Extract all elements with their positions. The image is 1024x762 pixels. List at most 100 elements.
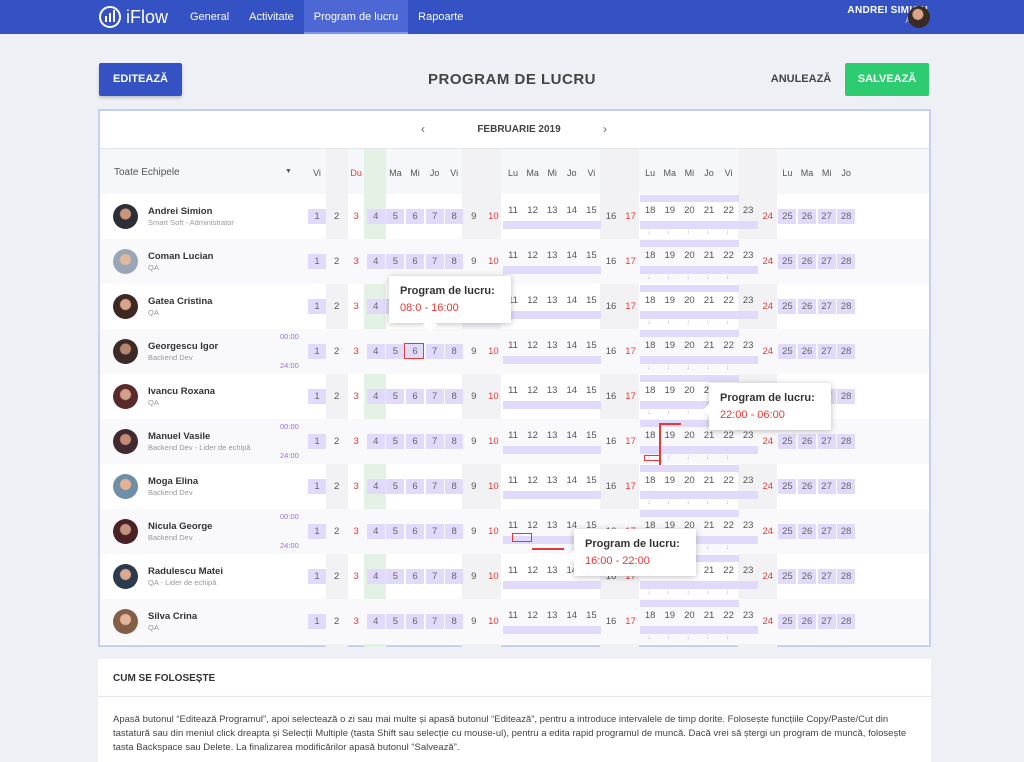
day-cell[interactable]: 14 <box>563 203 581 218</box>
shift-bar[interactable] <box>503 446 523 454</box>
shift-bar[interactable] <box>679 510 700 517</box>
day-cell[interactable]: 20 <box>680 473 698 488</box>
day-cell[interactable]: 20 <box>680 203 698 218</box>
day-cell[interactable]: 11 <box>504 203 522 218</box>
shift-bar[interactable] <box>718 266 739 274</box>
day-cell[interactable]: 24 <box>759 479 777 494</box>
shift-bar[interactable] <box>679 401 700 409</box>
day-cell[interactable]: 19 <box>661 428 679 443</box>
shift-bar[interactable] <box>659 510 680 517</box>
day-cell[interactable]: 21 <box>700 293 718 308</box>
day-cell[interactable]: 6 <box>406 524 424 539</box>
shift-bar[interactable] <box>561 446 582 454</box>
shift-bar[interactable] <box>738 491 759 499</box>
day-cell[interactable]: 4 <box>366 389 385 404</box>
day-cell[interactable]: 13 <box>543 203 561 218</box>
shift-bar[interactable] <box>640 401 661 409</box>
shift-bar[interactable] <box>659 195 680 202</box>
day-cell[interactable]: 2 <box>328 479 346 494</box>
shift-bar[interactable] <box>561 356 582 364</box>
day-cell[interactable]: 23 <box>739 338 757 353</box>
day-cell[interactable]: 8 <box>445 524 464 539</box>
shift-bar[interactable] <box>522 311 543 319</box>
day-cell[interactable]: 14 <box>563 248 581 263</box>
shift-bar[interactable] <box>561 221 582 229</box>
day-cell[interactable]: 25 <box>778 254 797 269</box>
day-cell[interactable]: 13 <box>543 338 561 353</box>
shift-bar[interactable] <box>581 491 602 499</box>
day-cell[interactable]: 18 <box>641 383 659 398</box>
day-cell[interactable]: 3 <box>347 434 365 449</box>
day-cell[interactable]: 6 <box>406 569 424 584</box>
employee-name[interactable]: Gatea Cristina <box>148 296 212 307</box>
shift-bar[interactable] <box>699 600 719 607</box>
day-cell[interactable]: 23 <box>739 518 757 533</box>
day-cell[interactable]: 3 <box>347 254 365 269</box>
selected-shift-highlight[interactable] <box>511 533 532 542</box>
day-cell[interactable]: 1 <box>308 479 326 494</box>
day-cell[interactable]: 22 <box>720 473 738 488</box>
shift-bar[interactable] <box>738 356 759 364</box>
day-cell[interactable]: 17 <box>622 299 640 314</box>
shift-bar[interactable] <box>718 510 739 517</box>
day-cell[interactable]: 10 <box>484 614 502 629</box>
day-cell[interactable]: 24 <box>759 254 777 269</box>
day-cell[interactable]: 1 <box>308 344 326 359</box>
day-cell[interactable]: 27 <box>817 614 836 629</box>
day-cell[interactable]: 12 <box>524 608 542 623</box>
day-cell[interactable]: 10 <box>484 479 502 494</box>
day-cell[interactable]: 21 <box>700 338 718 353</box>
shift-bar[interactable] <box>542 581 563 589</box>
day-cell[interactable]: 10 <box>484 569 502 584</box>
day-cell[interactable]: 8 <box>445 479 464 494</box>
day-cell[interactable]: 2 <box>328 434 346 449</box>
day-cell[interactable]: 21 <box>700 608 718 623</box>
shift-bar[interactable] <box>738 536 759 544</box>
day-cell[interactable]: 6 <box>406 614 424 629</box>
day-cell[interactable]: 9 <box>465 524 483 539</box>
team-filter[interactable]: Toate Echipele <box>114 167 180 178</box>
day-cell[interactable]: 6 <box>406 254 424 269</box>
shift-bar[interactable] <box>699 195 719 202</box>
day-cell[interactable]: 15 <box>582 608 600 623</box>
day-cell[interactable]: 28 <box>837 209 856 224</box>
day-cell[interactable]: 14 <box>563 608 581 623</box>
day-cell[interactable]: 12 <box>524 518 542 533</box>
shift-bar[interactable] <box>503 356 523 364</box>
day-cell[interactable]: 22 <box>720 248 738 263</box>
day-cell[interactable]: 25 <box>778 344 797 359</box>
day-cell[interactable]: 27 <box>817 569 836 584</box>
day-cell[interactable]: 28 <box>837 614 856 629</box>
day-cell[interactable]: 27 <box>817 479 836 494</box>
day-cell[interactable]: 9 <box>465 389 483 404</box>
shift-bar[interactable] <box>659 491 680 499</box>
day-cell[interactable]: 15 <box>582 293 600 308</box>
shift-bar[interactable] <box>699 446 719 454</box>
day-cell[interactable]: 4 <box>366 434 385 449</box>
day-cell[interactable]: 12 <box>524 563 542 578</box>
shift-bar[interactable] <box>542 401 563 409</box>
shift-bar[interactable] <box>640 240 661 247</box>
day-cell[interactable]: 9 <box>465 344 483 359</box>
chevron-left-icon[interactable]: ‹ <box>421 122 425 136</box>
day-cell[interactable]: 27 <box>817 299 836 314</box>
day-cell[interactable]: 26 <box>798 524 816 539</box>
day-cell[interactable]: 2 <box>328 344 346 359</box>
day-cell[interactable]: 6 <box>406 434 424 449</box>
day-cell[interactable]: 16 <box>602 434 620 449</box>
shift-bar[interactable] <box>718 581 739 589</box>
day-cell[interactable]: 3 <box>347 299 365 314</box>
day-cell[interactable]: 4 <box>366 209 385 224</box>
day-cell[interactable]: 1 <box>308 569 326 584</box>
day-cell[interactable]: 11 <box>504 248 522 263</box>
day-cell[interactable]: 26 <box>798 569 816 584</box>
shift-bar[interactable] <box>640 600 661 607</box>
shift-bar[interactable] <box>718 195 739 202</box>
day-cell[interactable]: 7 <box>425 434 444 449</box>
shift-bar[interactable] <box>640 626 661 634</box>
day-cell[interactable]: 7 <box>425 344 444 359</box>
day-cell[interactable]: 24 <box>759 524 777 539</box>
day-cell[interactable]: 11 <box>504 608 522 623</box>
day-cell[interactable]: 15 <box>582 203 600 218</box>
day-cell[interactable]: 11 <box>504 428 522 443</box>
